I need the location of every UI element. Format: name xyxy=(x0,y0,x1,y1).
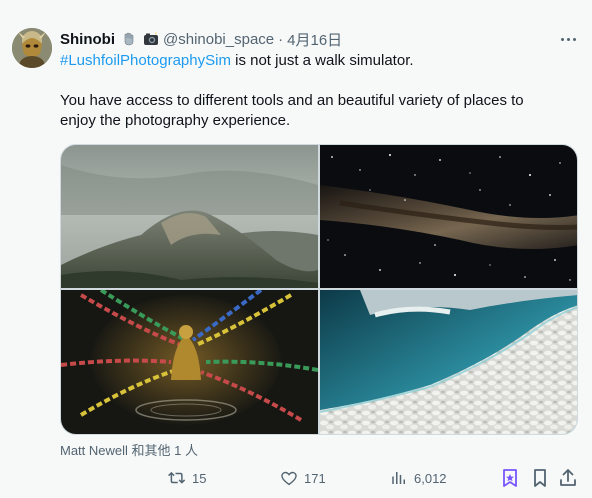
avatar[interactable] xyxy=(12,28,52,68)
prayer-flags-buddha-statue-photo[interactable] xyxy=(61,290,318,434)
milky-way-night-sky-photo[interactable] xyxy=(320,145,577,288)
palm-raised-emoji-icon xyxy=(121,31,137,47)
action-bar: 15 171 6,012 xyxy=(0,464,592,492)
premium-bookmark-icon[interactable] xyxy=(500,468,520,488)
more-options-icon[interactable] xyxy=(556,30,580,48)
heart-icon xyxy=(281,471,297,486)
views-chart-icon xyxy=(392,472,405,484)
author-name[interactable]: Shinobi xyxy=(60,31,115,48)
retweet-icon xyxy=(168,471,186,484)
hashtag-link[interactable]: #LushfoilPhotographySim xyxy=(60,52,231,69)
separator-dot: · xyxy=(278,30,284,48)
retweet-button[interactable]: 15 xyxy=(168,464,206,492)
bookmark-icon[interactable] xyxy=(530,468,550,488)
tagged-people[interactable]: Matt Newell 和其他 1 人 xyxy=(60,440,198,459)
like-button[interactable]: 171 xyxy=(280,464,326,492)
author-handle[interactable]: @shinobi_space xyxy=(163,31,274,48)
tweet-line-3: enjoy the photography experience. xyxy=(60,112,291,129)
views-button[interactable]: 6,012 xyxy=(390,464,447,492)
share-icon[interactable] xyxy=(558,468,578,488)
tweet-text: #LushfoilPhotographySim is not just a wa… xyxy=(60,51,570,131)
like-count: 171 xyxy=(304,470,326,486)
tweet-line-2: You have access to different tools and a… xyxy=(60,92,524,109)
turquoise-water-white-stones-photo[interactable] xyxy=(320,290,577,434)
tweet-date[interactable]: 4月16日 xyxy=(287,29,342,50)
tweet-line-1: is not just a walk simulator. xyxy=(230,52,414,69)
camera-flash-icon xyxy=(143,31,159,47)
misty-mountain-ridge-photo[interactable] xyxy=(61,145,318,288)
retweet-count: 15 xyxy=(192,470,207,486)
view-count: 6,012 xyxy=(414,470,447,486)
media-grid xyxy=(60,144,578,435)
tweet-card[interactable]: Shinobi @shinobi_space · 4月16日 #Lushfoil… xyxy=(0,0,592,498)
